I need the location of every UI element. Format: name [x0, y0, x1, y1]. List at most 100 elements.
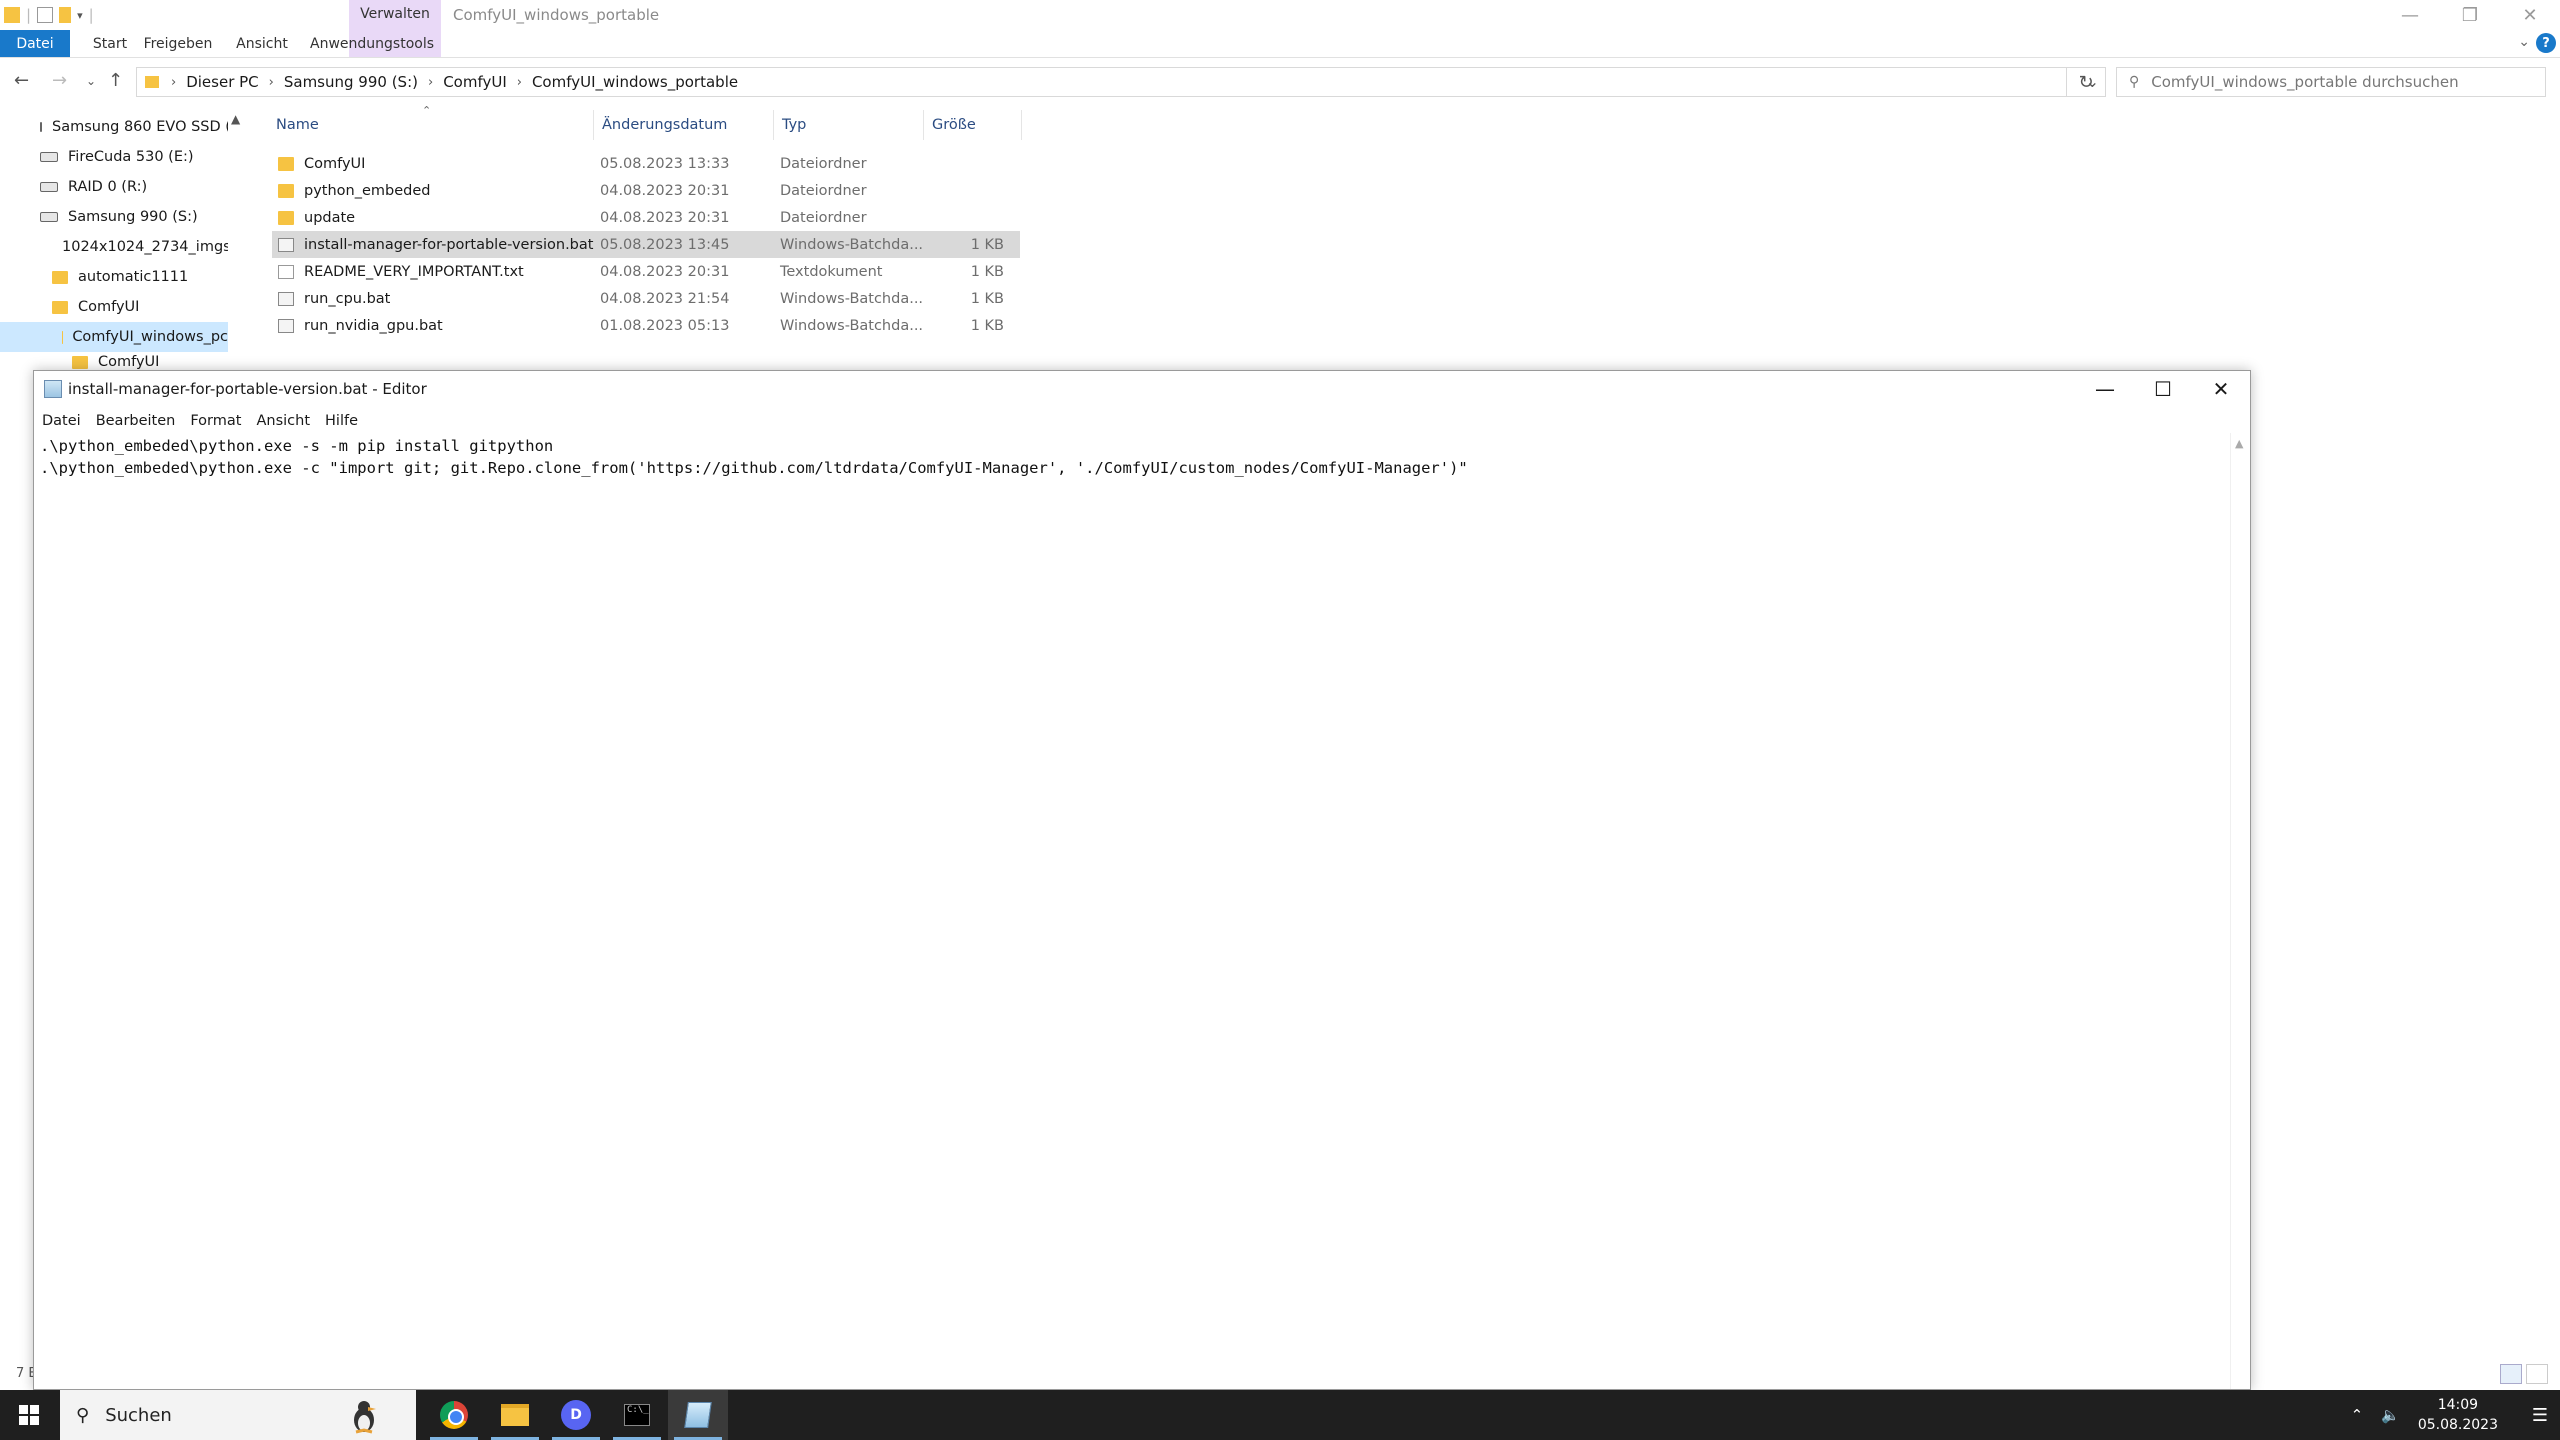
taskbar-discord[interactable]: D — [546, 1390, 606, 1440]
nav-item-automatic1111[interactable]: automatic1111 — [52, 262, 228, 292]
file-row[interactable]: update 04.08.2023 20:31 Dateiordner — [272, 204, 1020, 231]
editor-scrollbar[interactable]: ▲ — [2230, 433, 2250, 1389]
file-explorer-icon — [501, 1404, 529, 1426]
nav-item-samsung-990[interactable]: Samsung 990 (S:) — [40, 202, 228, 232]
windows-logo-icon — [19, 1405, 39, 1425]
close-icon[interactable]: ✕ — [2500, 0, 2560, 30]
start-button[interactable] — [0, 1390, 58, 1440]
nav-item-label: automatic1111 — [78, 269, 189, 285]
breadcrumb-samsung-990[interactable]: Samsung 990 (S:) — [284, 73, 418, 91]
back-icon[interactable]: ← — [14, 70, 29, 91]
properties-icon[interactable] — [37, 7, 54, 23]
editor-window-controls: — ☐ ✕ — [2076, 371, 2250, 407]
file-row[interactable]: run_cpu.bat 04.08.2023 21:54 Windows-Bat… — [272, 285, 1020, 312]
search-input[interactable]: ⚲ ComfyUI_windows_portable durchsuchen — [2116, 67, 2546, 97]
recent-locations-icon[interactable]: ⌄ — [86, 74, 96, 88]
file-name-cell: python_embeded — [278, 177, 430, 204]
nav-item-label: ComfyUI — [78, 299, 140, 315]
nav-item-raid0[interactable]: RAID 0 (R:) — [40, 172, 228, 202]
taskbar-search[interactable]: ⚲ Suchen — [60, 1390, 416, 1440]
chevron-right-icon[interactable]: › — [269, 75, 274, 90]
tab-anwendungstools[interactable]: Anwendungstools — [310, 30, 434, 57]
menu-ansicht[interactable]: Ansicht — [248, 413, 317, 429]
column-size[interactable]: Größe — [928, 110, 1022, 140]
nav-item-1024-imgs[interactable]: 1024x1024_2734_imgs — [52, 232, 228, 262]
file-row[interactable]: README_VERY_IMPORTANT.txt 04.08.2023 20:… — [272, 258, 1020, 285]
nav-item-comfyui-windows-portable[interactable]: ComfyUI_windows_pc — [0, 322, 228, 352]
forward-icon[interactable]: → — [52, 70, 67, 91]
clock-date: 05.08.2023 — [2417, 1417, 2498, 1433]
file-name-cell: install-manager-for-portable-version.bat — [278, 231, 593, 258]
nav-item-firecuda[interactable]: FireCuda 530 (E:) — [40, 142, 228, 172]
file-date: 05.08.2023 13:33 — [600, 155, 730, 172]
taskbar: ⚲ Suchen D C:\_ ⌃ 🔈 14:09 05.08.2023 ☰ — [0, 1390, 2560, 1440]
notification-center-icon[interactable]: ☰ — [2520, 1390, 2560, 1440]
file-type: Windows-Batchda... — [780, 290, 924, 307]
file-type: Windows-Batchda... — [780, 236, 924, 253]
nav-item-samsung-860[interactable]: Samsung 860 EVO SSD (I: — [40, 112, 228, 142]
column-name[interactable]: Name — [272, 110, 594, 140]
file-row-selected[interactable]: install-manager-for-portable-version.bat… — [272, 231, 1020, 258]
expand-ribbon-icon[interactable]: ⌄ — [2518, 34, 2530, 50]
refresh-button[interactable]: ↻ — [2066, 67, 2106, 97]
editor-title: install-manager-for-portable-version.bat… — [68, 380, 427, 398]
tab-freigeben[interactable]: Freigeben — [142, 30, 214, 57]
maximize-icon[interactable]: ☐ — [2134, 371, 2192, 407]
scroll-up-icon[interactable]: ▲ — [2235, 437, 2243, 450]
minimize-icon[interactable]: — — [2380, 0, 2440, 30]
taskbar-terminal[interactable]: C:\_ — [607, 1390, 667, 1440]
file-name: ComfyUI — [304, 155, 366, 172]
breadcrumb-dieser-pc[interactable]: Dieser PC — [186, 73, 258, 91]
sort-ascending-icon: ⌃ — [422, 104, 432, 117]
details-view-icon[interactable] — [2500, 1364, 2522, 1384]
menu-hilfe[interactable]: Hilfe — [317, 413, 365, 429]
file-name: run_cpu.bat — [304, 290, 391, 307]
file-type: Textdokument — [780, 263, 883, 280]
taskbar-chrome[interactable] — [424, 1390, 484, 1440]
file-date: 01.08.2023 05:13 — [600, 317, 730, 334]
taskbar-notepad[interactable] — [668, 1390, 728, 1440]
clock[interactable]: 14:09 05.08.2023 — [2418, 1395, 2498, 1435]
restore-icon[interactable]: ❐ — [2440, 0, 2500, 30]
address-bar[interactable]: › Dieser PC › Samsung 990 (S:) › ComfyUI… — [136, 67, 2106, 97]
nav-item-comfyui[interactable]: ComfyUI — [52, 292, 228, 322]
new-folder-icon[interactable] — [59, 7, 72, 23]
folder-icon — [72, 355, 88, 369]
tab-datei[interactable]: Datei — [0, 30, 70, 57]
file-date: 04.08.2023 21:54 — [600, 290, 730, 307]
search-highlight-icon — [354, 1401, 376, 1434]
file-name-cell: run_nvidia_gpu.bat — [278, 312, 443, 339]
taskbar-file-explorer[interactable] — [485, 1390, 545, 1440]
column-date[interactable]: Änderungsdatum — [598, 110, 774, 140]
large-icons-view-icon[interactable] — [2526, 1364, 2548, 1384]
file-row[interactable]: run_nvidia_gpu.bat 01.08.2023 05:13 Wind… — [272, 312, 1020, 339]
column-type[interactable]: Typ — [778, 110, 924, 140]
scroll-up-icon[interactable]: ▲ — [231, 112, 240, 126]
help-icon[interactable]: ? — [2536, 33, 2556, 53]
up-icon[interactable]: ↑ — [108, 70, 123, 91]
breadcrumb-comfyui[interactable]: ComfyUI — [443, 73, 507, 91]
minimize-icon[interactable]: — — [2076, 371, 2134, 407]
tab-start[interactable]: Start — [80, 30, 140, 57]
folder-icon — [4, 7, 20, 23]
chevron-right-icon[interactable]: › — [428, 75, 433, 90]
breadcrumb-comfyui-windows-portable[interactable]: ComfyUI_windows_portable — [532, 73, 738, 91]
nav-item-label: Samsung 990 (S:) — [68, 209, 198, 225]
chevron-right-icon[interactable]: › — [171, 75, 176, 90]
nav-item-comfyui-sub[interactable]: ComfyUI — [72, 352, 228, 372]
tab-ansicht[interactable]: Ansicht — [232, 30, 292, 57]
chevron-up-icon[interactable]: ⌃ — [2351, 1406, 2364, 1424]
customize-qat-icon[interactable]: ▾ — [77, 9, 83, 22]
menu-bearbeiten[interactable]: Bearbeiten — [88, 413, 183, 429]
menu-datei[interactable]: Datei — [34, 413, 88, 429]
chevron-right-icon[interactable]: › — [517, 75, 522, 90]
editor-text-area[interactable]: .\python_embeded\python.exe -s -m pip in… — [40, 435, 2230, 1385]
file-name: python_embeded — [304, 182, 431, 199]
menu-format[interactable]: Format — [182, 413, 248, 429]
file-name-cell: update — [278, 204, 355, 231]
volume-icon[interactable]: 🔈 — [2381, 1406, 2400, 1424]
nav-item-label: Samsung 860 EVO SSD (I: — [52, 119, 228, 135]
close-icon[interactable]: ✕ — [2192, 371, 2250, 407]
file-row[interactable]: ComfyUI 05.08.2023 13:33 Dateiordner — [272, 150, 1020, 177]
file-row[interactable]: python_embeded 04.08.2023 20:31 Dateiord… — [272, 177, 1020, 204]
